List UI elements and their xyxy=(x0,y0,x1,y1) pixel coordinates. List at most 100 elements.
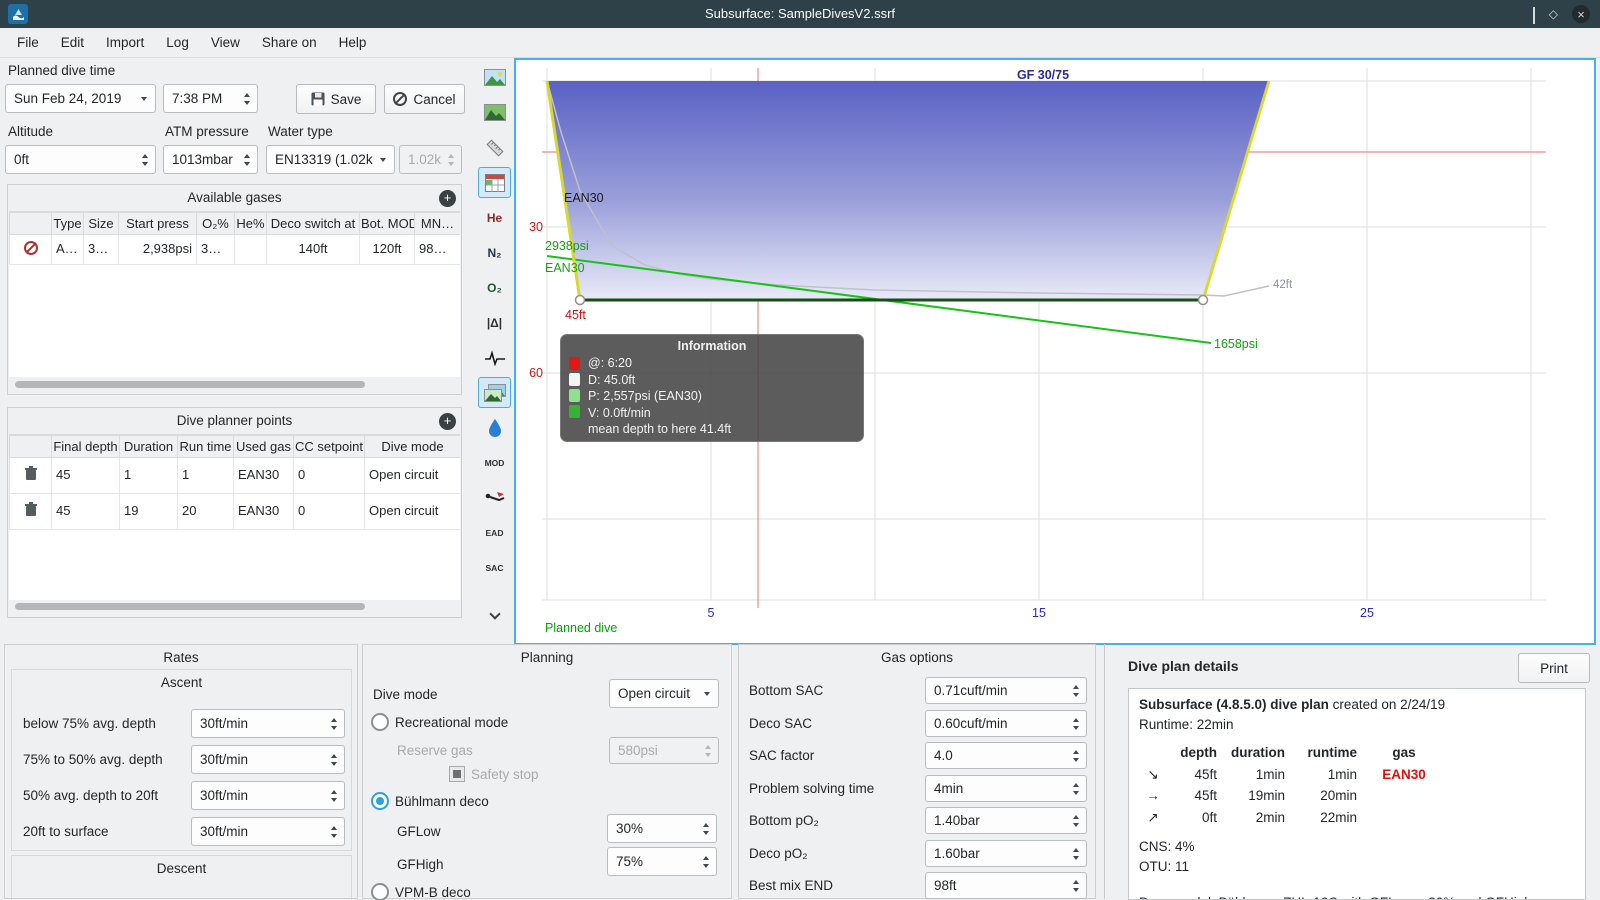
vpmb-deco-label[interactable]: VPM-B deco xyxy=(395,885,471,900)
spin-down-icon[interactable] xyxy=(331,797,337,802)
bottom-po2-spinner[interactable]: 1.40bar xyxy=(925,807,1087,834)
diver-toggle-button[interactable] xyxy=(478,482,511,513)
spin-down-icon[interactable] xyxy=(1073,757,1079,762)
cancel-button[interactable]: Cancel xyxy=(384,84,465,114)
ascent-rate-spinner[interactable]: 30ft/min xyxy=(191,745,345,774)
close-button[interactable]: × xyxy=(1572,5,1590,23)
sac-toggle-button[interactable]: SAC xyxy=(478,552,511,583)
bottom-sac-spinner[interactable]: 0.71cuft/min xyxy=(925,677,1087,704)
dive-time-spinner[interactable]: 7:38 PM xyxy=(163,84,258,113)
menu-file[interactable]: File xyxy=(6,31,50,54)
pp-o2-toggle-button[interactable]: O₂ xyxy=(478,272,511,303)
cell-he[interactable] xyxy=(234,234,267,265)
spin-up-icon[interactable] xyxy=(1073,717,1079,722)
cell-final-depth[interactable]: 45 xyxy=(51,457,120,494)
spin-down-icon[interactable] xyxy=(331,725,337,730)
cell-size[interactable]: 3… xyxy=(83,234,119,265)
ascent-rate-spinner[interactable]: 30ft/min xyxy=(191,781,345,810)
deco-sac-spinner[interactable]: 0.60cuft/min xyxy=(925,710,1087,737)
cell-mnd[interactable]: 98… xyxy=(414,234,460,265)
gallery-toggle-button[interactable] xyxy=(478,97,511,128)
menu-share-on[interactable]: Share on xyxy=(251,31,328,54)
buhlmann-deco-radio[interactable] xyxy=(371,792,389,810)
best-mix-end-spinner[interactable]: 98ft xyxy=(925,872,1087,899)
spin-up-icon[interactable] xyxy=(331,789,337,794)
cell-duration[interactable]: 1 xyxy=(119,457,178,494)
cell-type[interactable]: A… xyxy=(51,234,84,265)
cell-used-gas[interactable]: EAN30 xyxy=(233,493,294,530)
spin-down-icon[interactable] xyxy=(244,100,250,105)
spin-up-icon[interactable] xyxy=(1073,749,1079,754)
deco-po2-spinner[interactable]: 1.60bar xyxy=(925,840,1087,867)
spin-down-icon[interactable] xyxy=(1073,855,1079,860)
menu-edit[interactable]: Edit xyxy=(50,31,95,54)
menu-log[interactable]: Log xyxy=(155,31,200,54)
spin-up-icon[interactable] xyxy=(331,717,337,722)
ascent-rate-spinner[interactable]: 30ft/min xyxy=(191,709,345,738)
spin-down-icon[interactable] xyxy=(1073,725,1079,730)
spin-down-icon[interactable] xyxy=(244,161,250,166)
spin-up-icon[interactable] xyxy=(1073,684,1079,689)
spin-up-icon[interactable] xyxy=(703,855,709,860)
maximize-button[interactable]: ◇ xyxy=(1549,7,1558,21)
cell-run-time[interactable]: 20 xyxy=(177,493,234,530)
gflow-spinner[interactable]: 30% xyxy=(607,814,717,843)
spin-down-icon[interactable] xyxy=(331,761,337,766)
spin-down-icon[interactable] xyxy=(1073,887,1079,892)
menu-import[interactable]: Import xyxy=(95,31,155,54)
cell-cc-setpoint[interactable]: 0 xyxy=(293,457,365,494)
column-header-run-time[interactable]: Run time xyxy=(177,435,234,458)
dropdown-arrow-icon[interactable] xyxy=(380,157,386,162)
delete-point-icon[interactable] xyxy=(9,457,52,494)
vpmb-deco-radio[interactable] xyxy=(371,883,389,900)
photo-toggle-button[interactable] xyxy=(478,62,511,93)
column-header-size[interactable]: Size xyxy=(83,212,119,235)
spin-up-icon[interactable] xyxy=(1073,782,1079,787)
cell-final-depth[interactable]: 45 xyxy=(51,493,120,530)
spin-down-icon[interactable] xyxy=(1073,790,1079,795)
print-button[interactable]: Print xyxy=(1518,653,1590,683)
column-header-used-gas[interactable]: Used gas xyxy=(233,435,294,458)
spin-up-icon[interactable] xyxy=(331,825,337,830)
column-header-mnd[interactable]: MN… xyxy=(414,212,460,235)
column-header-delete[interactable] xyxy=(9,435,52,458)
gfhigh-spinner[interactable]: 75% xyxy=(607,847,717,876)
delete-point-icon[interactable] xyxy=(9,493,52,530)
spin-up-icon[interactable] xyxy=(1073,847,1079,852)
spin-up-icon[interactable] xyxy=(1073,814,1079,819)
cell-duration[interactable]: 19 xyxy=(119,493,178,530)
window-titlebar[interactable]: Subsurface: SampleDivesV2.ssrf ◇ × xyxy=(0,0,1600,28)
points-horizontal-scrollbar[interactable] xyxy=(15,603,365,610)
dive-date-combo[interactable]: Sun Feb 24, 2019 xyxy=(5,84,156,113)
spin-down-icon[interactable] xyxy=(703,863,709,868)
heart-rate-toggle-button[interactable] xyxy=(478,342,511,373)
pp-he-toggle-button[interactable]: He xyxy=(478,202,511,233)
spin-down-icon[interactable] xyxy=(1073,822,1079,827)
pictures-toggle-button[interactable] xyxy=(478,377,511,408)
cell-bot-mod[interactable]: 120ft xyxy=(359,234,415,265)
column-header-start-press[interactable]: Start press xyxy=(118,212,197,235)
spin-up-icon[interactable] xyxy=(244,153,250,158)
sac-factor-spinner[interactable]: 4.0 xyxy=(925,742,1087,769)
spin-up-icon[interactable] xyxy=(703,822,709,827)
buhlmann-deco-label[interactable]: Bühlmann deco xyxy=(395,794,489,809)
spin-up-icon[interactable] xyxy=(331,753,337,758)
spin-down-icon[interactable] xyxy=(331,833,337,838)
column-header-dive-mode[interactable]: Dive mode xyxy=(364,435,460,458)
menu-help[interactable]: Help xyxy=(328,31,378,54)
water-type-combo[interactable]: EN13319 (1.02k xyxy=(266,145,395,174)
column-header-delete[interactable] xyxy=(9,212,52,235)
cell-o2[interactable]: 3… xyxy=(196,234,235,265)
tank-bar-toggle-button[interactable] xyxy=(478,167,511,198)
minimize-button[interactable] xyxy=(1532,6,1535,24)
gases-horizontal-scrollbar[interactable] xyxy=(15,381,365,388)
profile-handle[interactable] xyxy=(1197,294,1209,306)
cell-dive-mode[interactable]: Open circuit xyxy=(364,457,460,494)
spin-up-icon[interactable] xyxy=(142,153,148,158)
add-point-button[interactable]: + xyxy=(439,413,456,430)
save-button[interactable]: Save xyxy=(296,84,376,114)
spin-up-icon[interactable] xyxy=(244,92,250,97)
recreational-mode-radio[interactable] xyxy=(371,713,389,731)
cell-dive-mode[interactable]: Open circuit xyxy=(364,493,460,530)
column-header-bot-mod[interactable]: Bot. MOD xyxy=(359,212,415,235)
